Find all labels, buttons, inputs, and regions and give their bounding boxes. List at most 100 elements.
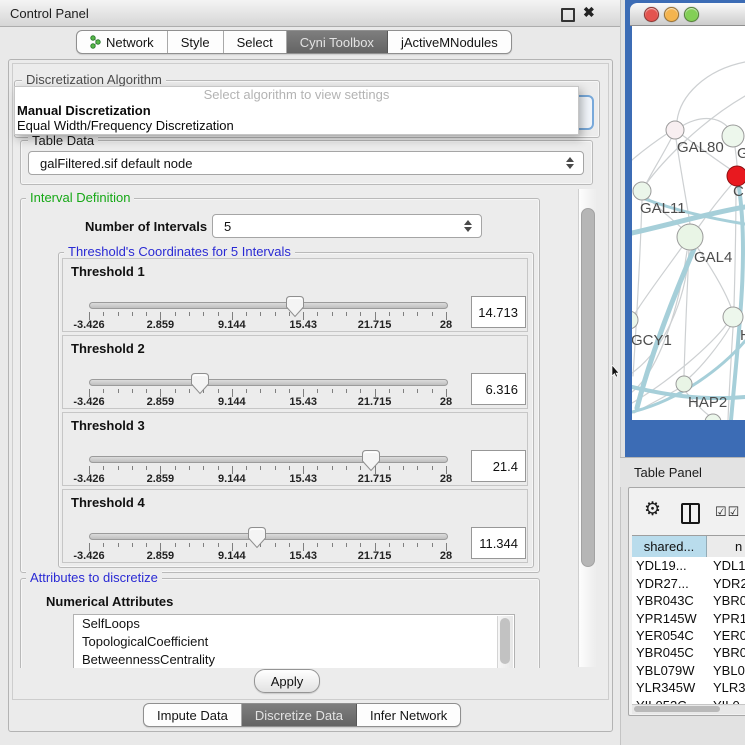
split-column-icon[interactable] [681, 503, 700, 524]
attribute-item[interactable]: SelfLoops [74, 615, 514, 633]
network-node-hap2[interactable] [676, 376, 692, 392]
threshold-title: Threshold 1 [71, 264, 145, 279]
threshold-value-field[interactable] [471, 296, 526, 328]
network-edge[interactable] [632, 251, 689, 373]
cell-name[interactable]: YBR0 [706, 593, 745, 608]
threshold-slider-thumb[interactable] [285, 295, 305, 319]
cell-shared-name[interactable]: YDL19... [632, 558, 706, 573]
table-row[interactable]: YPR145WYPR1 [632, 609, 745, 626]
threshold-slider-track[interactable] [89, 379, 448, 386]
tab-label: jActiveMNodules [401, 35, 498, 50]
table-row[interactable]: YER054CYER0 [632, 627, 745, 644]
attributes-list-scrollbar[interactable] [497, 616, 513, 668]
number-of-intervals-combobox[interactable]: 5 [212, 214, 482, 238]
tab-discretize-data[interactable]: Discretize Data [242, 704, 357, 726]
cell-shared-name[interactable]: YBL079W [632, 663, 706, 678]
numerical-attributes-list: SelfLoopsTopologicalCoefficientBetweenne… [73, 614, 515, 668]
close-traffic-light[interactable] [644, 7, 659, 22]
settings-scrollbar[interactable] [578, 189, 597, 667]
threshold-slider-track[interactable] [89, 456, 448, 463]
table-row[interactable]: YBR045CYBR0 [632, 644, 745, 661]
network-edge[interactable] [646, 137, 672, 184]
tab-jactivemnodules[interactable]: jActiveMNodules [388, 31, 511, 53]
network-edge[interactable] [632, 133, 668, 160]
slider-tick [360, 543, 361, 547]
table-row[interactable]: YDL19...YDL1 [632, 557, 745, 574]
checkbox-icons[interactable]: ☑☑ [715, 504, 740, 520]
tab-network[interactable]: Network [77, 31, 168, 53]
cell-shared-name[interactable]: YPR145W [632, 611, 706, 626]
threshold-slider-track[interactable] [89, 533, 448, 540]
slider-tick [189, 312, 190, 316]
network-node-ga[interactable] [722, 125, 744, 147]
network-edge[interactable] [634, 247, 682, 315]
cell-name[interactable]: YPR1 [706, 611, 745, 626]
cell-name[interactable]: YDR2 [706, 576, 745, 591]
threshold-value-field[interactable] [471, 450, 526, 482]
algorithm-option[interactable]: Equal Width/Frequency Discretization [15, 118, 578, 133]
close-icon[interactable]: ✖ [583, 4, 595, 21]
attribute-item[interactable]: BetweennessCentrality [74, 651, 514, 668]
network-edge[interactable] [633, 201, 642, 376]
table-row[interactable]: YDR27...YDR2 [632, 574, 745, 591]
slider-tick [275, 312, 276, 316]
network-node-gal4[interactable] [677, 224, 703, 250]
algorithm-prompt-option[interactable]: Select algorithm to view settings [15, 87, 578, 103]
threshold-panel-1: Threshold 1-3.4262.8599.14415.4321.71528 [62, 258, 528, 332]
zoom-traffic-light[interactable] [684, 7, 699, 22]
table-row[interactable]: YLR345WYLR3 [632, 679, 745, 696]
cell-shared-name[interactable]: YDR27... [632, 576, 706, 591]
algorithm-option[interactable]: Manual Discretization [15, 103, 578, 118]
network-edge[interactable] [734, 186, 736, 307]
table-row[interactable]: YBL079WYBL0 [632, 662, 745, 679]
network-node-gal80[interactable] [666, 121, 684, 139]
cell-shared-name[interactable]: YER054C [632, 628, 706, 643]
threshold-value-field[interactable] [471, 373, 526, 405]
tab-select[interactable]: Select [224, 31, 287, 53]
gear-icon[interactable]: ⚙ [644, 500, 661, 519]
column-header-name[interactable]: n [707, 536, 745, 557]
tab-impute-data[interactable]: Impute Data [144, 704, 242, 726]
float-window-icon[interactable] [561, 8, 575, 22]
slider-tick [403, 312, 404, 316]
settings-scrollbar-thumb[interactable] [581, 208, 595, 567]
table-hscroll-thumb[interactable] [634, 706, 720, 712]
tab-style[interactable]: Style [168, 31, 224, 53]
threshold-value-field[interactable] [471, 527, 526, 559]
threshold-slider-thumb[interactable] [190, 372, 210, 396]
tab-cyni-toolbox[interactable]: Cyni Toolbox [287, 31, 388, 53]
threshold-slider-track[interactable] [89, 302, 448, 309]
table-horizontal-scrollbar[interactable] [632, 704, 745, 714]
cell-shared-name[interactable]: YBR045C [632, 645, 706, 660]
network-edge[interactable] [690, 327, 730, 377]
tab-infer-network[interactable]: Infer Network [357, 704, 460, 726]
cell-name[interactable]: YER0 [706, 628, 745, 643]
cell-name[interactable]: YBL0 [706, 663, 745, 678]
column-header-shared-name[interactable]: shared... [632, 536, 707, 557]
combo-arrows-icon [464, 220, 472, 232]
apply-button[interactable]: Apply [254, 669, 320, 693]
minimize-traffic-light[interactable] [664, 7, 679, 22]
network-edge[interactable] [677, 62, 745, 121]
network-node-h[interactable] [723, 307, 743, 327]
cell-name[interactable]: YDL1 [706, 558, 745, 573]
slider-tick [175, 466, 176, 470]
slider-tick-label: 15.43 [289, 473, 317, 485]
cell-shared-name[interactable]: YBR043C [632, 593, 706, 608]
table-row[interactable]: YBR043CYBR0 [632, 592, 745, 609]
threshold-slider-thumb[interactable] [247, 526, 267, 550]
table-row[interactable]: YIL052CYIL0 [632, 697, 745, 705]
cell-name[interactable]: YBR0 [706, 645, 745, 660]
network-window-titlebar[interactable] [630, 3, 745, 26]
network-canvas[interactable]: GAL80GACGAL11GAL4GCY1HHAP2 [632, 26, 745, 420]
threshold-slider-thumb[interactable] [361, 449, 381, 473]
slider-tick [389, 543, 390, 547]
network-node-label: GA [737, 145, 745, 162]
cell-shared-name[interactable]: YLR345W [632, 680, 706, 695]
tab-label: Infer Network [370, 708, 447, 723]
table-data-combobox[interactable]: galFiltered.sif default node [28, 151, 584, 175]
network-node-gal11[interactable] [633, 182, 651, 200]
slider-tick [246, 312, 247, 316]
cell-name[interactable]: YLR3 [706, 680, 745, 695]
attribute-item[interactable]: TopologicalCoefficient [74, 633, 514, 651]
